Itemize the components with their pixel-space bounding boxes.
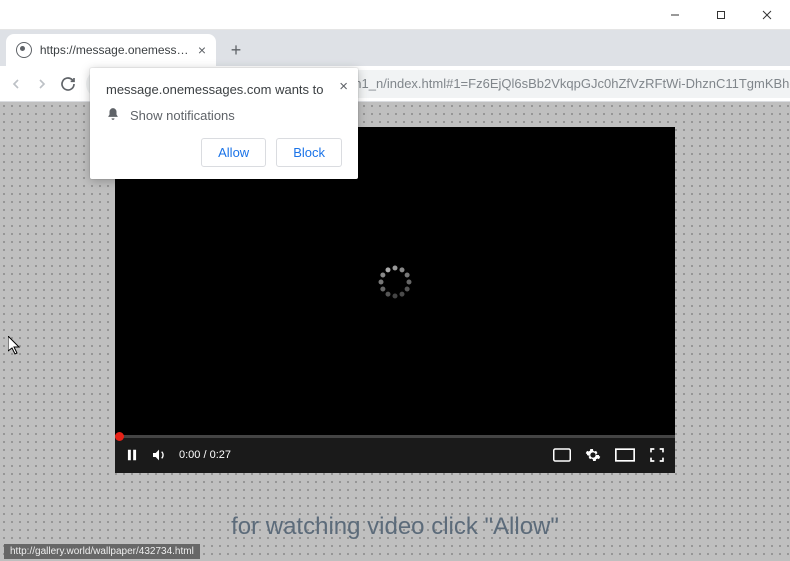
- volume-button[interactable]: [151, 447, 167, 463]
- new-tab-button[interactable]: +: [222, 36, 250, 64]
- theater-mode-button[interactable]: [615, 448, 635, 462]
- pause-button[interactable]: [125, 448, 139, 462]
- allow-button[interactable]: Allow: [201, 138, 266, 167]
- window-minimize-button[interactable]: [652, 0, 698, 30]
- tab-close-icon[interactable]: ×: [198, 42, 206, 58]
- permission-origin-text: message.onemessages.com wants to: [106, 82, 342, 97]
- back-button[interactable]: [8, 74, 24, 94]
- video-progress-bar[interactable]: [115, 435, 675, 438]
- fullscreen-button[interactable]: [649, 447, 665, 463]
- settings-gear-icon[interactable]: [585, 447, 601, 463]
- window-maximize-button[interactable]: [698, 0, 744, 30]
- video-progress-handle[interactable]: [115, 432, 124, 441]
- video-time: 0:00 / 0:27: [179, 449, 231, 461]
- tab-strip: https://message.onemessages.co × +: [0, 30, 790, 66]
- forward-button[interactable]: [34, 74, 50, 94]
- loading-spinner-icon: [377, 264, 413, 300]
- browser-tab[interactable]: https://message.onemessages.co ×: [6, 34, 216, 66]
- tab-title: https://message.onemessages.co: [40, 43, 190, 57]
- video-controls: 0:00 / 0:27: [115, 437, 675, 473]
- status-bar: http://gallery.world/wallpaper/432734.ht…: [4, 544, 200, 559]
- permission-request-text: Show notifications: [130, 108, 235, 123]
- dialog-close-button[interactable]: ×: [339, 78, 348, 95]
- window-titlebar: [0, 0, 790, 30]
- window-close-button[interactable]: [744, 0, 790, 30]
- notification-permission-dialog: × message.onemessages.com wants to Show …: [90, 68, 358, 179]
- cta-text: for watching video click "Allow": [40, 513, 750, 541]
- block-button[interactable]: Block: [276, 138, 342, 167]
- cc-button[interactable]: [553, 448, 571, 462]
- globe-icon: [16, 42, 32, 58]
- bell-icon: [106, 107, 120, 124]
- reload-button[interactable]: [60, 74, 76, 94]
